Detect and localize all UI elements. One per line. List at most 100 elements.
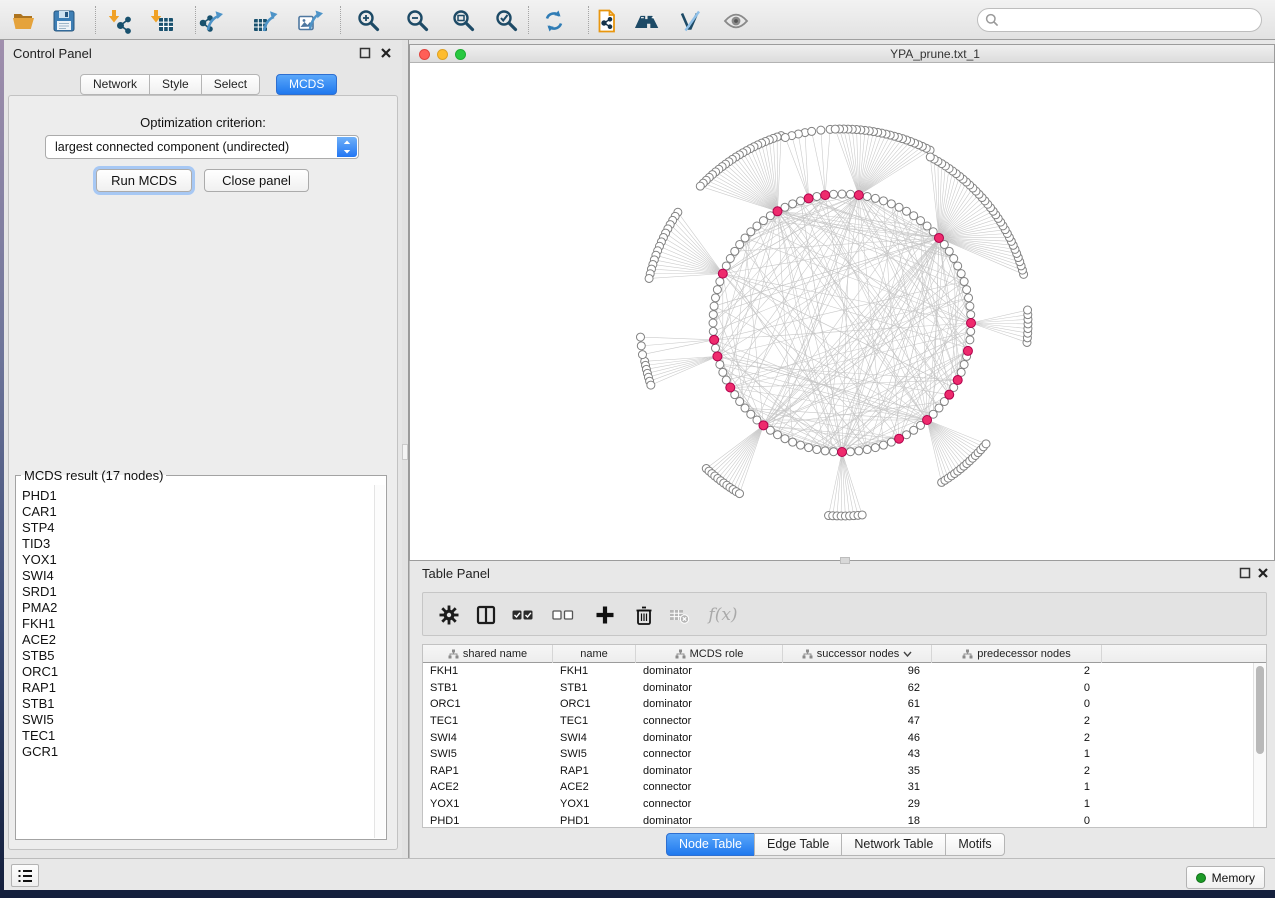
export-image-icon[interactable] xyxy=(296,7,324,35)
column-header-shared_name[interactable]: shared name xyxy=(423,645,553,663)
table-row[interactable]: SWI4SWI4dominator462 xyxy=(423,729,1253,746)
network-node[interactable] xyxy=(709,311,717,319)
network-edge[interactable] xyxy=(939,211,993,238)
network-satellite-node[interactable] xyxy=(808,127,816,135)
network-hub-node[interactable] xyxy=(804,194,813,203)
float-panel-icon[interactable] xyxy=(359,47,371,59)
network-edge[interactable] xyxy=(859,143,915,195)
network-edge[interactable] xyxy=(927,420,981,450)
network-node[interactable] xyxy=(879,441,887,449)
network-edge[interactable] xyxy=(842,452,850,516)
network-edge[interactable] xyxy=(661,242,722,274)
network-edge[interactable] xyxy=(785,137,808,198)
network-node[interactable] xyxy=(736,240,744,248)
import-network-icon[interactable] xyxy=(106,7,134,35)
network-edge[interactable] xyxy=(859,195,884,445)
network-edge[interactable] xyxy=(801,238,939,445)
network-satellite-node[interactable] xyxy=(1024,306,1032,314)
network-node[interactable] xyxy=(965,294,973,302)
zoom-fit-icon[interactable] xyxy=(450,7,478,35)
network-edge[interactable] xyxy=(859,136,895,195)
mcds-result-item[interactable]: CAR1 xyxy=(22,504,374,520)
network-edge[interactable] xyxy=(971,323,1028,333)
delete-columns-icon[interactable] xyxy=(633,604,655,626)
mcds-result-item[interactable]: YOX1 xyxy=(22,552,374,568)
network-hub-node[interactable] xyxy=(710,335,719,344)
tab-edge-table[interactable]: Edge Table xyxy=(754,833,842,856)
close-panel-button[interactable]: Close panel xyxy=(204,169,309,192)
window-minimize-icon[interactable] xyxy=(437,49,448,60)
network-node[interactable] xyxy=(789,200,797,208)
network-edge[interactable] xyxy=(663,237,722,273)
network-edge[interactable] xyxy=(640,337,714,340)
network-edge[interactable] xyxy=(825,129,830,195)
mcds-result-item[interactable]: SRD1 xyxy=(22,584,374,600)
splitter-grip[interactable] xyxy=(402,444,408,460)
network-satellite-node[interactable] xyxy=(781,133,789,141)
network-satellite-node[interactable] xyxy=(926,153,934,161)
network-hub-node[interactable] xyxy=(967,319,976,328)
tab-select[interactable]: Select xyxy=(201,74,260,95)
network-node[interactable] xyxy=(846,190,854,198)
network-hub-node[interactable] xyxy=(953,376,962,385)
network-edge[interactable] xyxy=(641,340,714,346)
mcds-result-item[interactable]: PHD1 xyxy=(22,488,374,504)
network-edge[interactable] xyxy=(678,212,723,273)
network-hub-node[interactable] xyxy=(838,448,847,457)
network-node[interactable] xyxy=(923,222,931,230)
network-satellite-node[interactable] xyxy=(736,490,744,498)
network-node[interactable] xyxy=(736,398,744,406)
network-node[interactable] xyxy=(774,431,782,439)
add-column-icon[interactable] xyxy=(594,604,616,626)
network-node[interactable] xyxy=(711,344,719,352)
export-network-icon[interactable] xyxy=(197,7,225,35)
network-node[interactable] xyxy=(813,446,821,454)
network-edge[interactable] xyxy=(842,452,858,515)
mcds-result-item[interactable]: SWI4 xyxy=(22,568,374,584)
network-node[interactable] xyxy=(716,360,724,368)
close-panel-icon[interactable] xyxy=(380,47,392,59)
table-row[interactable]: TEC1TEC1connector472 xyxy=(423,713,1253,730)
mcds-result-item[interactable]: ORC1 xyxy=(22,664,374,680)
network-node[interactable] xyxy=(797,197,805,205)
network-edge[interactable] xyxy=(859,150,930,195)
network-edge[interactable] xyxy=(718,425,764,478)
network-node[interactable] xyxy=(966,336,974,344)
float-panel-icon[interactable] xyxy=(1239,567,1251,579)
network-edge[interactable] xyxy=(740,244,899,438)
column-header-predecessor_nodes[interactable]: predecessor nodes xyxy=(932,645,1102,663)
network-node[interactable] xyxy=(879,197,887,205)
deselect-all-checkboxes-icon[interactable] xyxy=(552,604,574,626)
network-node[interactable] xyxy=(910,426,918,434)
network-node[interactable] xyxy=(846,448,854,456)
network-node[interactable] xyxy=(963,286,971,294)
network-edge[interactable] xyxy=(668,229,723,274)
import-table-icon[interactable] xyxy=(148,7,176,35)
network-hub-node[interactable] xyxy=(759,421,768,430)
tab-style[interactable]: Style xyxy=(149,74,202,95)
mcds-result-item[interactable]: STB5 xyxy=(22,648,374,664)
tab-node-table[interactable]: Node Table xyxy=(666,833,755,856)
network-edge[interactable] xyxy=(939,198,982,238)
network-edge[interactable] xyxy=(971,323,1027,338)
network-node[interactable] xyxy=(960,278,968,286)
network-satellite-node[interactable] xyxy=(647,381,655,389)
network-hub-node[interactable] xyxy=(726,383,735,392)
network-node[interactable] xyxy=(887,200,895,208)
tab-mcds[interactable]: MCDS xyxy=(276,74,337,95)
network-edge[interactable] xyxy=(714,238,939,306)
task-history-button[interactable] xyxy=(11,864,39,887)
gear-icon[interactable] xyxy=(438,604,460,626)
column-header-name[interactable]: name xyxy=(553,645,636,663)
network-edge[interactable] xyxy=(939,179,963,238)
optimization-criterion-select[interactable]: largest connected component (undirected) xyxy=(45,135,359,159)
network-node[interactable] xyxy=(838,190,846,198)
network-node[interactable] xyxy=(716,278,724,286)
network-edge[interactable] xyxy=(649,274,723,279)
network-satellite-node[interactable] xyxy=(817,126,825,134)
network-node[interactable] xyxy=(805,444,813,452)
mcds-result-item[interactable]: FKH1 xyxy=(22,616,374,632)
mcds-result-item[interactable]: PMA2 xyxy=(22,600,374,616)
network-edge[interactable] xyxy=(717,195,858,356)
network-edge[interactable] xyxy=(778,136,782,212)
